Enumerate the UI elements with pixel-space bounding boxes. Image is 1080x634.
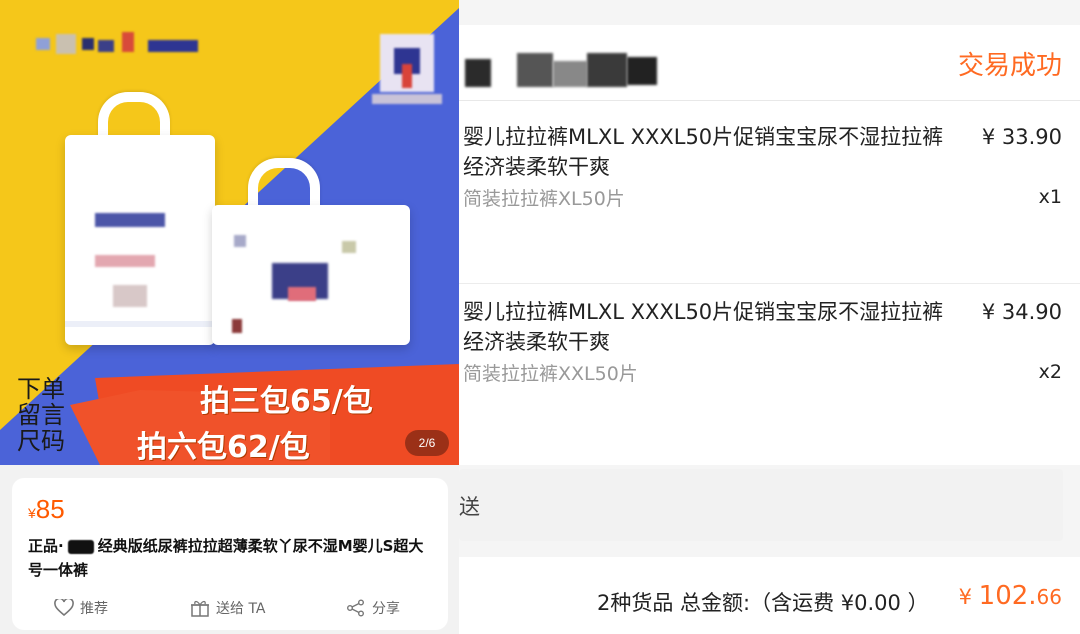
recommend-label: 推荐 bbox=[80, 601, 108, 617]
order-summary-label: 2种货品 总金额:（含运费 ¥0.00 ） bbox=[597, 591, 929, 615]
product-image[interactable]: 下单 留言 尺码 拍三包65/包 拍六包62/包 2/6 bbox=[0, 0, 459, 465]
order-item[interactable]: 婴儿拉拉裤MLXL XXXL50片促销宝宝尿不湿拉拉裤经济装柔软干爽 ¥ 33.… bbox=[459, 122, 1080, 292]
heart-icon bbox=[54, 599, 74, 617]
side-note-line: 下单 bbox=[17, 375, 65, 403]
order-status: 交易成功 bbox=[957, 51, 1062, 81]
order-total-bar: 2种货品 总金额:（含运费 ¥0.00 ） ¥ 102.66 bbox=[459, 557, 1080, 634]
currency-symbol: ¥ bbox=[28, 505, 36, 521]
divider bbox=[459, 100, 1080, 101]
product-title[interactable]: 正品· 经典版纸尿裤拉拉超薄柔软丫尿不湿M婴儿S超大号一体裤 bbox=[28, 534, 438, 582]
item-spec: 简装拉拉裤XL50片 bbox=[463, 188, 625, 210]
gift-icon bbox=[191, 600, 209, 617]
side-note-line: 留言 bbox=[17, 401, 65, 429]
product-info-card: ¥85 正品· 经典版纸尿裤拉拉超薄柔软丫尿不湿M婴儿S超大号一体裤 推荐 送给 … bbox=[12, 478, 448, 630]
order-detail-panel: 交易成功 婴儿拉拉裤MLXL XXXL50片促销宝宝尿不湿拉拉裤经济装柔软干爽 … bbox=[459, 0, 1080, 634]
divider bbox=[459, 283, 1080, 284]
side-note-line: 尺码 bbox=[17, 427, 65, 455]
currency-symbol: ¥ bbox=[958, 585, 979, 609]
product-card: 下单 留言 尺码 拍三包65/包 拍六包62/包 2/6 ¥85 正品· 经典版纸… bbox=[0, 0, 459, 634]
total-integer: 102. bbox=[978, 581, 1037, 611]
product-bag-large bbox=[65, 135, 215, 345]
promo-text-six-packs: 拍六包62/包 bbox=[137, 430, 310, 465]
product-bag-small bbox=[212, 205, 410, 345]
blurred-brand-logo bbox=[36, 32, 206, 62]
item-spec: 简装拉拉裤XXL50片 bbox=[463, 363, 638, 385]
product-actions: 推荐 送给 TA 分享 bbox=[12, 594, 448, 622]
promo-text-three-packs: 拍三包65/包 bbox=[200, 384, 373, 419]
total-decimal: 66 bbox=[1036, 585, 1062, 609]
product-title-part: 正品· bbox=[28, 537, 64, 555]
item-name: 婴儿拉拉裤MLXL XXXL50片促销宝宝尿不湿拉拉裤经济装柔软干爽 bbox=[463, 125, 944, 179]
item-name: 婴儿拉拉裤MLXL XXXL50片促销宝宝尿不湿拉拉裤经济装柔软干爽 bbox=[463, 300, 944, 354]
image-pager-indicator: 2/6 bbox=[405, 430, 449, 456]
share-button[interactable]: 分享 bbox=[346, 594, 400, 622]
side-note-text: 下单 留言 尺码 bbox=[17, 376, 73, 454]
shipping-info-box[interactable]: 送 bbox=[459, 469, 1063, 541]
item-price: ¥ 34.90 bbox=[981, 300, 1062, 324]
masked-brand bbox=[67, 539, 94, 554]
item-price: ¥ 33.90 bbox=[981, 125, 1062, 149]
shipping-text: 送 bbox=[459, 495, 480, 519]
order-total-price: ¥ 102.66 bbox=[959, 581, 1062, 611]
gift-button[interactable]: 送给 TA bbox=[190, 594, 266, 622]
share-label: 分享 bbox=[372, 601, 400, 617]
masked-shop-name[interactable] bbox=[465, 53, 670, 93]
item-quantity: x1 bbox=[1038, 186, 1062, 208]
gift-label: 送给 TA bbox=[216, 601, 266, 617]
product-price: ¥85 bbox=[28, 494, 65, 525]
recommend-button[interactable]: 推荐 bbox=[54, 594, 108, 622]
item-quantity: x2 bbox=[1038, 361, 1062, 383]
order-item[interactable]: 婴儿拉拉裤MLXL XXXL50片促销宝宝尿不湿拉拉裤经济装柔软干爽 ¥ 34.… bbox=[459, 297, 1080, 467]
price-value: 85 bbox=[35, 494, 65, 524]
order-card: 交易成功 婴儿拉拉裤MLXL XXXL50片促销宝宝尿不湿拉拉裤经济装柔软干爽 … bbox=[459, 25, 1080, 465]
share-icon bbox=[347, 599, 364, 617]
blurred-badge bbox=[372, 28, 442, 106]
